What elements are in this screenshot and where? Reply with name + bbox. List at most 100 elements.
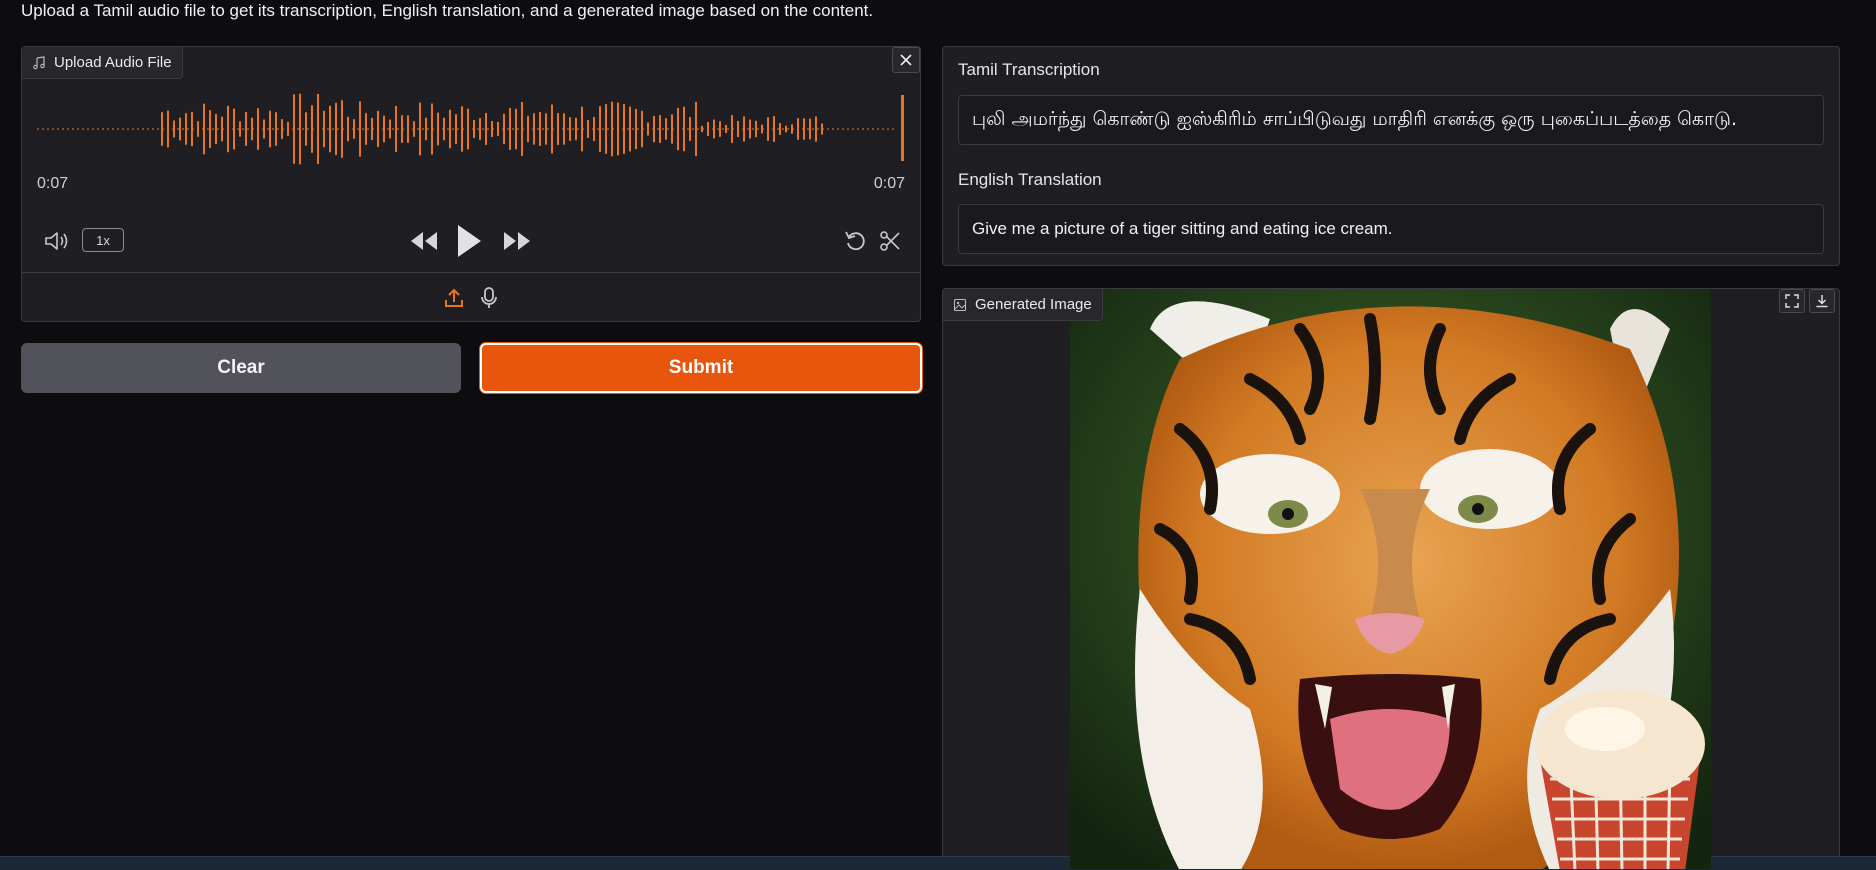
rewind-button[interactable]: [407, 227, 441, 255]
waveform-bar: [245, 112, 247, 146]
generated-image-panel: Generated Image: [942, 288, 1840, 870]
waveform-bar: [479, 118, 481, 140]
waveform-bar: [599, 106, 601, 152]
clear-button[interactable]: Clear: [21, 343, 461, 393]
rewind-icon: [411, 232, 437, 250]
waveform-bar: [317, 93, 319, 165]
undo-icon: [845, 231, 865, 251]
waveform-bar: [635, 108, 637, 150]
waveform-bar: [767, 117, 769, 141]
waveform-bar: [605, 104, 607, 154]
waveform-bar: [221, 116, 223, 142]
waveform-bar: [197, 121, 199, 137]
waveform-bar: [425, 117, 427, 141]
audio-waveform[interactable]: [37, 93, 909, 165]
waveform-bar: [377, 110, 379, 148]
waveform-bar: [467, 108, 469, 150]
waveform-bar: [419, 102, 421, 156]
translation-field[interactable]: Give me a picture of a tiger sitting and…: [958, 204, 1824, 254]
waveform-bar: [491, 121, 493, 137]
waveform-bar: [335, 102, 337, 156]
waveform-bar: [569, 117, 571, 141]
waveform-bar: [383, 115, 385, 143]
upload-button[interactable]: [443, 287, 465, 309]
waveform-bar: [707, 122, 709, 136]
waveform-bar: [689, 117, 691, 141]
image-icon: [953, 298, 967, 311]
fullscreen-icon: [1785, 294, 1799, 308]
waveform-bar: [305, 112, 307, 146]
waveform-bar: [821, 123, 823, 135]
waveform-bar: [611, 101, 613, 157]
play-icon: [458, 225, 481, 257]
waveform-bar: [545, 113, 547, 145]
waveform-bar: [497, 121, 499, 137]
volume-icon: [45, 232, 68, 250]
waveform-bar: [269, 110, 271, 148]
waveform-bar: [797, 118, 799, 140]
waveform-bar: [779, 123, 781, 135]
waveform-bar: [233, 108, 235, 150]
waveform-bar: [629, 106, 631, 152]
waveform-bar: [431, 103, 433, 155]
waveform-bar: [353, 119, 355, 139]
generated-tiger-image: [1070, 289, 1711, 869]
waveform-bar: [665, 118, 667, 140]
audio-source-bar: [22, 272, 920, 322]
waveform-bar: [179, 117, 181, 141]
transcription-field[interactable]: புலி அமர்ந்து கொண்டு ஐஸ்கிரிம் சாப்பிடுவ…: [958, 95, 1824, 145]
fullscreen-button[interactable]: [1779, 289, 1805, 313]
clear-audio-button[interactable]: [892, 47, 920, 73]
playback-speed-button[interactable]: 1x: [82, 228, 124, 252]
music-note-icon: [33, 55, 45, 69]
waveform-bar: [185, 113, 187, 145]
volume-button[interactable]: [42, 227, 72, 255]
waveform-bar: [725, 125, 727, 133]
waveform-bar: [461, 106, 463, 152]
transcription-text: புலி அமர்ந்து கொண்டு ஐஸ்கிரிம் சாப்பிடுவ…: [972, 107, 1738, 130]
play-button[interactable]: [452, 221, 486, 261]
download-icon: [1816, 295, 1828, 308]
waveform-bar: [593, 117, 595, 141]
submit-button[interactable]: Submit: [480, 343, 922, 393]
fast-forward-button[interactable]: [500, 227, 534, 255]
waveform-bar: [701, 125, 703, 133]
upload-icon: [445, 288, 463, 307]
waveform-bar: [365, 113, 367, 145]
trim-button[interactable]: [876, 227, 904, 255]
waveform-bar: [191, 111, 193, 147]
waveform-bar: [749, 119, 751, 139]
waveform-bar: [455, 114, 457, 144]
waveform-bar: [287, 121, 289, 137]
waveform-bar: [731, 115, 733, 143]
microphone-button[interactable]: [479, 286, 499, 310]
current-time: 0:07: [37, 175, 69, 192]
waveform-bar: [395, 105, 397, 153]
waveform-bar: [653, 115, 655, 143]
waveform-bar: [719, 121, 721, 137]
waveform-bar: [551, 104, 553, 154]
playhead[interactable]: [901, 95, 904, 161]
waveform-bar: [329, 105, 331, 153]
waveform-bar: [539, 112, 541, 146]
app-description: Upload a Tamil audio file to get its tra…: [21, 1, 874, 20]
waveform-bar: [167, 110, 169, 148]
waveform-bar: [791, 124, 793, 134]
waveform-bar: [557, 113, 559, 145]
waveform-bar: [803, 118, 805, 140]
text-output-panel: Tamil Transcription புலி அமர்ந்து கொண்டு…: [942, 46, 1840, 266]
waveform-bar: [443, 117, 445, 141]
waveform-bar: [509, 108, 511, 150]
waveform-bar: [563, 113, 565, 145]
waveform-bar: [347, 116, 349, 142]
waveform-bar: [203, 103, 205, 155]
waveform-bar: [215, 113, 217, 145]
waveform-bar: [407, 115, 409, 143]
waveform-bar: [737, 120, 739, 138]
waveform-bar: [281, 119, 283, 139]
waveform-bar: [371, 117, 373, 141]
reset-button[interactable]: [842, 227, 870, 255]
waveform-bar: [515, 108, 517, 150]
download-button[interactable]: [1809, 289, 1835, 313]
waveform-bar: [341, 100, 343, 158]
